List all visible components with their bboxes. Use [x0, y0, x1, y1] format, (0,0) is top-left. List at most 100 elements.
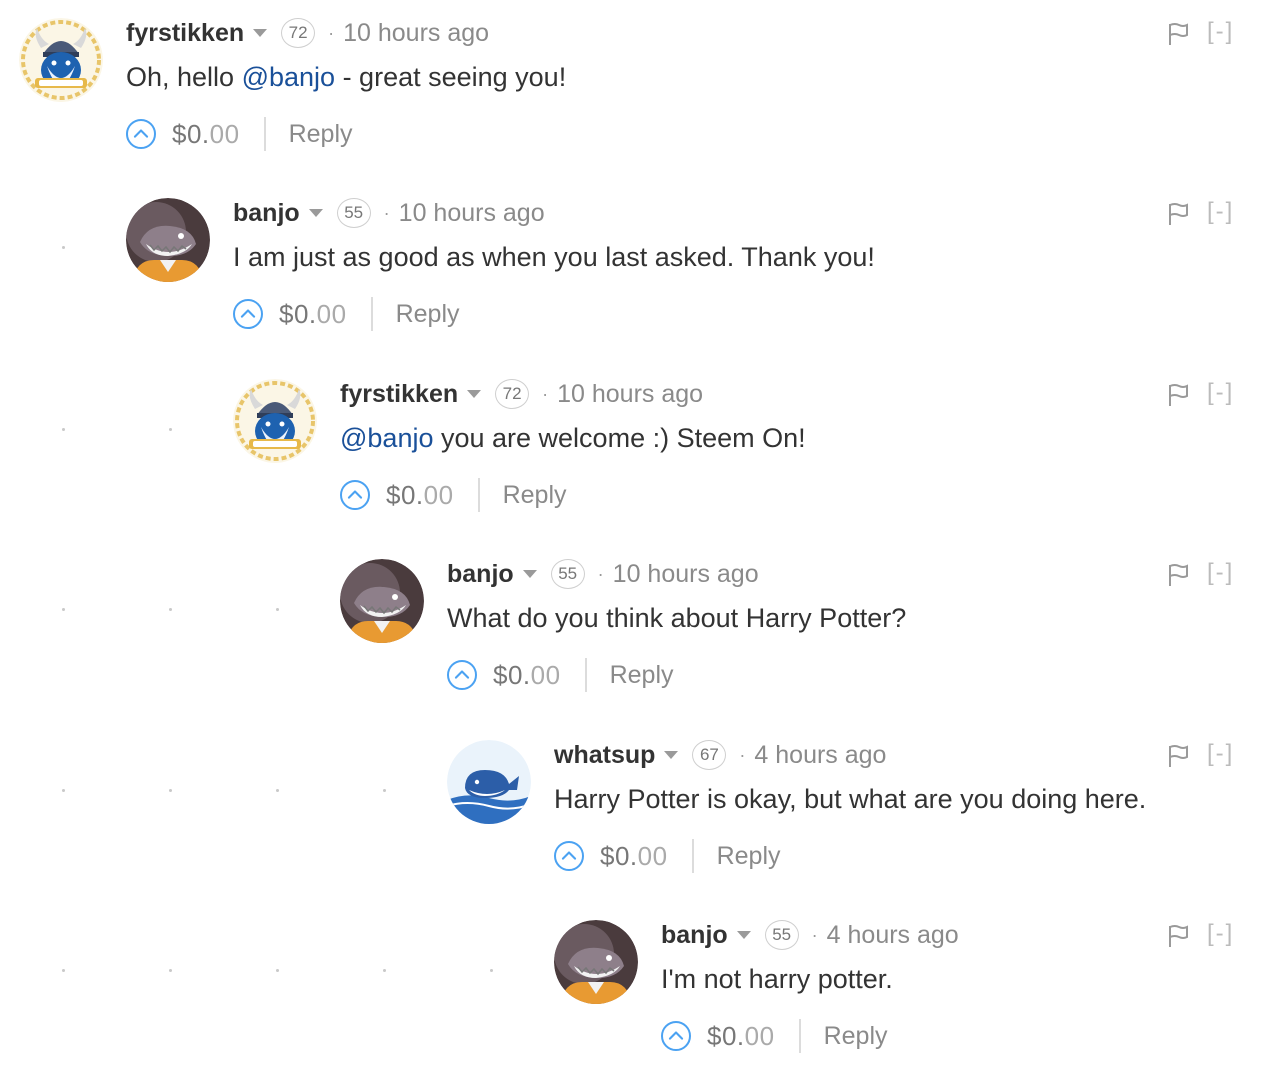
- payout-value[interactable]: $0.00: [279, 299, 347, 330]
- collapse-button[interactable]: [-]: [1207, 379, 1234, 407]
- author-name[interactable]: whatsup: [554, 741, 655, 770]
- comment-meta: banjo 55 · 4 hours ago: [661, 920, 959, 950]
- mention-link[interactable]: @banjo: [242, 62, 335, 92]
- payout-value[interactable]: $0.00: [600, 841, 668, 872]
- timestamp[interactable]: 4 hours ago: [754, 741, 886, 770]
- comment-body: I am just as good as when you last asked…: [233, 242, 875, 273]
- flag-icon[interactable]: [1167, 383, 1189, 407]
- chevron-up-icon: [556, 841, 582, 871]
- collapse-button[interactable]: [-]: [1207, 18, 1234, 46]
- divider: [798, 1019, 801, 1053]
- divider: [584, 658, 587, 692]
- chevron-down-icon[interactable]: [664, 751, 679, 759]
- comment-actions: $0.00 Reply: [661, 1016, 888, 1056]
- comment-actions: $0.00 Reply: [233, 294, 460, 334]
- shark-cartoon-avatar-icon[interactable]: [126, 198, 210, 282]
- chevron-down-icon[interactable]: [308, 209, 323, 217]
- upvote-button[interactable]: [661, 1021, 691, 1051]
- comment-text: I'm not harry potter.: [661, 964, 893, 994]
- flag-icon[interactable]: [1167, 202, 1189, 226]
- upvote-button[interactable]: [340, 480, 370, 510]
- separator-dot: ·: [328, 22, 335, 43]
- author-name[interactable]: banjo: [661, 921, 728, 950]
- timestamp[interactable]: 10 hours ago: [399, 199, 545, 228]
- collapse-button[interactable]: [-]: [1207, 198, 1234, 226]
- timestamp[interactable]: 10 hours ago: [343, 19, 489, 48]
- comment-meta: banjo 55 · 10 hours ago: [233, 198, 545, 228]
- reply-button[interactable]: Reply: [503, 481, 567, 510]
- comment: banjo 55 · 4 hours ago I'm not harry pot…: [0, 920, 1280, 1070]
- author-name[interactable]: banjo: [233, 199, 300, 228]
- comment-text: Oh, hello: [126, 62, 242, 92]
- reputation-badge: 72: [281, 18, 316, 48]
- payout-cents: 00: [209, 118, 240, 149]
- payout-value[interactable]: $0.00: [707, 1021, 775, 1052]
- comment: banjo 55 · 10 hours ago What do you thin…: [0, 559, 1280, 709]
- reply-button[interactable]: Reply: [396, 300, 460, 329]
- comment: fyrstikken 72 · 10 hours ago @banjo you …: [0, 379, 1280, 529]
- shark-cartoon-avatar-icon[interactable]: [340, 559, 424, 643]
- comment-body: What do you think about Harry Potter?: [447, 603, 906, 634]
- whale-avatar-icon[interactable]: [447, 740, 531, 824]
- payout-value[interactable]: $0.00: [386, 480, 454, 511]
- mention-link[interactable]: @banjo: [340, 423, 433, 453]
- divider: [477, 478, 480, 512]
- comment-meta: whatsup 67 · 4 hours ago: [554, 740, 886, 770]
- flag-icon[interactable]: [1167, 744, 1189, 768]
- flag-icon[interactable]: [1167, 924, 1189, 948]
- upvote-button[interactable]: [126, 119, 156, 149]
- author-name[interactable]: fyrstikken: [340, 380, 458, 409]
- flag-icon[interactable]: [1167, 22, 1189, 46]
- collapse-button[interactable]: [-]: [1207, 920, 1234, 948]
- payout-cents: 00: [744, 1020, 775, 1051]
- payout-amount: $0.: [279, 298, 317, 329]
- divider: [263, 117, 266, 151]
- timestamp[interactable]: 10 hours ago: [557, 380, 703, 409]
- upvote-button[interactable]: [447, 660, 477, 690]
- reply-button[interactable]: Reply: [289, 120, 353, 149]
- reply-button[interactable]: Reply: [610, 661, 674, 690]
- flag-icon[interactable]: [1167, 563, 1189, 587]
- comment-text: - great seeing you!: [335, 62, 567, 92]
- reputation-badge: 67: [692, 740, 727, 770]
- chevron-down-icon[interactable]: [736, 931, 751, 939]
- timestamp[interactable]: 10 hours ago: [613, 560, 759, 589]
- chevron-down-icon[interactable]: [467, 390, 482, 398]
- comment: banjo 55 · 10 hours ago I am just as goo…: [0, 198, 1280, 348]
- payout-cents: 00: [637, 840, 668, 871]
- comment-body: I'm not harry potter.: [661, 964, 893, 995]
- comment-text: you are welcome :) Steem On!: [433, 423, 806, 453]
- reply-button[interactable]: Reply: [717, 842, 781, 871]
- comment: whatsup 67 · 4 hours ago Harry Potter is…: [0, 740, 1280, 890]
- divider: [691, 839, 694, 873]
- comment-actions: $0.00 Reply: [126, 114, 353, 154]
- collapse-button[interactable]: [-]: [1207, 740, 1234, 768]
- reply-button[interactable]: Reply: [824, 1022, 888, 1051]
- reputation-badge: 72: [495, 379, 530, 409]
- payout-amount: $0.: [172, 118, 210, 149]
- comment-body: Oh, hello @banjo - great seeing you!: [126, 62, 566, 93]
- upvote-button[interactable]: [233, 299, 263, 329]
- separator-dot: ·: [597, 563, 604, 584]
- payout-cents: 00: [423, 479, 454, 510]
- shark-cartoon-avatar-icon[interactable]: [554, 920, 638, 1004]
- upvote-button[interactable]: [554, 841, 584, 871]
- chevron-up-icon: [128, 119, 154, 149]
- viking-avatar-icon[interactable]: [19, 18, 103, 102]
- comment-meta: banjo 55 · 10 hours ago: [447, 559, 759, 589]
- reputation-badge: 55: [764, 920, 799, 950]
- payout-amount: $0.: [600, 840, 638, 871]
- author-name[interactable]: banjo: [447, 560, 514, 589]
- separator-dot: ·: [811, 924, 818, 945]
- author-name[interactable]: fyrstikken: [126, 19, 244, 48]
- comment-body: @banjo you are welcome :) Steem On!: [340, 423, 806, 454]
- payout-value[interactable]: $0.00: [172, 119, 240, 150]
- chevron-down-icon[interactable]: [522, 570, 537, 578]
- comment-actions: $0.00 Reply: [554, 836, 781, 876]
- payout-value[interactable]: $0.00: [493, 660, 561, 691]
- timestamp[interactable]: 4 hours ago: [827, 921, 959, 950]
- viking-avatar-icon[interactable]: [233, 379, 317, 463]
- comment-text: What do you think about Harry Potter?: [447, 603, 907, 633]
- chevron-down-icon[interactable]: [253, 29, 268, 37]
- collapse-button[interactable]: [-]: [1207, 559, 1234, 587]
